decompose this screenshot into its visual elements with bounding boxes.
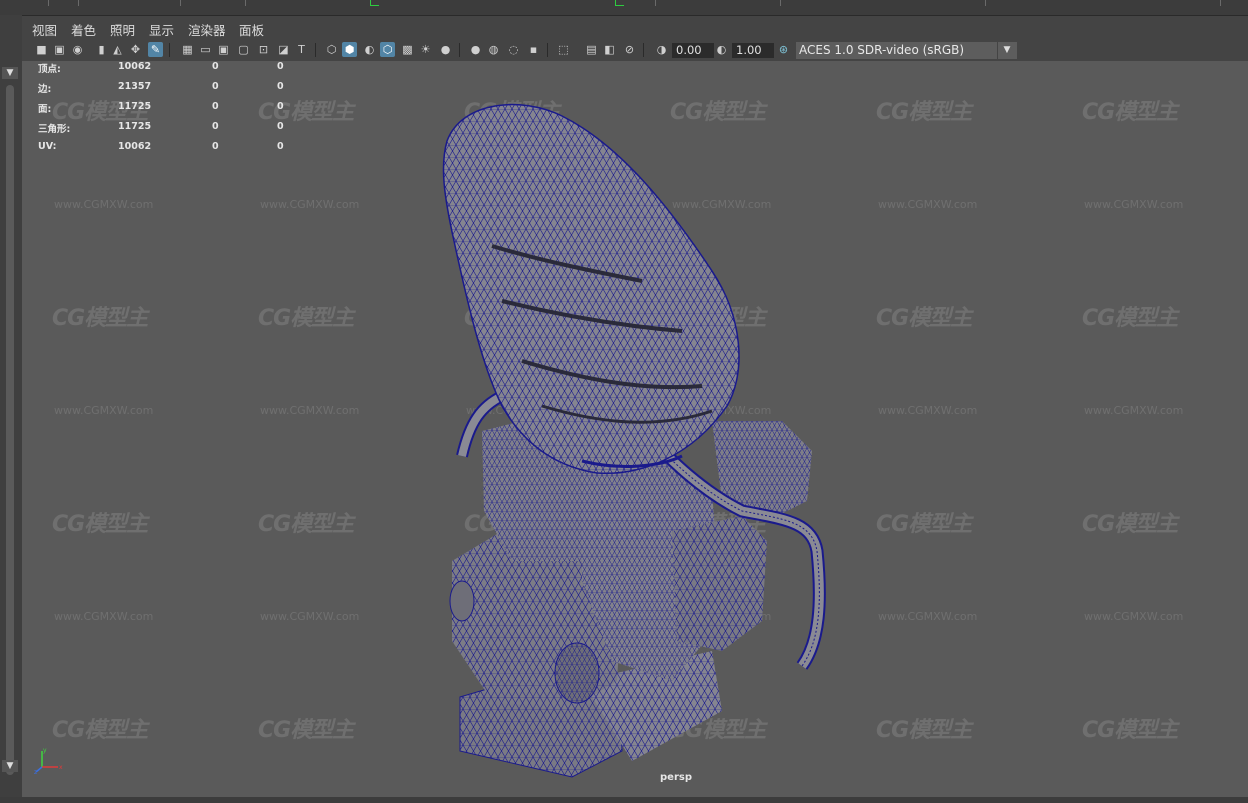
strip-green-marker xyxy=(615,0,624,6)
toolbar-separator xyxy=(643,43,644,57)
scroll-up-arrow-icon[interactable]: ▼ xyxy=(2,67,18,79)
menu-panels[interactable]: 面板 xyxy=(239,20,264,39)
panel-menu-bar: 视图 着色 照明 显示 渲染器 面板 xyxy=(22,16,1248,40)
exposure-icon[interactable]: ◑ xyxy=(654,42,669,57)
hud-label: 边: xyxy=(38,84,52,95)
strip-tick xyxy=(78,0,79,6)
axis-x-label: x xyxy=(59,764,63,771)
toolbar-separator xyxy=(169,43,170,57)
xray-active-components-icon[interactable]: ⊘ xyxy=(622,42,637,57)
menu-view[interactable]: 视图 xyxy=(32,20,57,39)
wireframe-icon[interactable]: ⬡ xyxy=(324,42,339,57)
hud-value: 0 xyxy=(277,101,284,112)
grid-icon[interactable]: ▦ xyxy=(180,42,195,57)
hud-value: 10062 xyxy=(118,61,152,72)
toolbar-separator xyxy=(315,43,316,57)
wireframe-on-shaded-icon[interactable]: ⬡ xyxy=(380,42,395,57)
hud-value: 11725 xyxy=(118,101,152,112)
default-material-icon[interactable]: ◐ xyxy=(362,42,377,57)
hud-value: 10062 xyxy=(118,141,152,152)
strip-tick xyxy=(780,0,781,6)
hud-value: 0 xyxy=(212,101,219,112)
camera-attributes-icon[interactable]: ◉ xyxy=(70,42,85,57)
smooth-shade-icon[interactable]: ⬢ xyxy=(342,42,357,57)
menu-renderer[interactable]: 渲染器 xyxy=(188,20,226,39)
menu-lighting[interactable]: 照明 xyxy=(110,20,135,39)
exposure-field[interactable]: 0.00 xyxy=(672,43,714,58)
hud-value: 0 xyxy=(277,121,284,132)
safe-action-icon[interactable]: ◪ xyxy=(276,42,291,57)
isolate-select-icon[interactable]: ⬚ xyxy=(556,42,571,57)
hud-value: 0 xyxy=(212,141,219,152)
chevron-down-icon[interactable]: ▼ xyxy=(997,42,1016,59)
strip-tick xyxy=(985,0,986,6)
resolution-gate-icon[interactable]: ▣ xyxy=(216,42,231,57)
mesh-top-pod xyxy=(442,103,740,475)
anti-aliasing-icon[interactable]: ◌ xyxy=(506,42,521,57)
gamma-icon[interactable]: ◐ xyxy=(714,42,729,57)
hud-label: 三角形: xyxy=(38,124,71,135)
axis-gizmo-icon: y x z xyxy=(34,747,63,775)
axis-y-label: y xyxy=(43,747,47,754)
vertical-scrollbar[interactable] xyxy=(6,85,14,775)
xray-joints-icon[interactable]: ◧ xyxy=(602,42,617,57)
wireframe-mesh[interactable] xyxy=(22,61,1248,797)
top-timeline-strip xyxy=(0,0,1248,16)
screen-space-ao-icon[interactable]: ● xyxy=(468,42,483,57)
3d-viewport[interactable]: CG模型主 CG模型主 CG模型主 CG模型主 CG模型主 CG模型主 www.… xyxy=(22,61,1248,797)
toolbar-separator xyxy=(459,43,460,57)
bookmark-icon[interactable]: ▮ xyxy=(94,42,109,57)
strip-tick xyxy=(180,0,181,6)
strip-tick xyxy=(655,0,656,6)
gate-mask-icon[interactable]: ▢ xyxy=(236,42,251,57)
hud-value: 0 xyxy=(277,81,284,92)
hud-label: UV: xyxy=(38,141,57,152)
camera-select-icon[interactable]: ■ xyxy=(34,42,49,57)
color-management-icon[interactable]: ⊛ xyxy=(776,42,791,57)
toolbar-separator xyxy=(547,43,548,57)
shadows-icon[interactable]: ● xyxy=(438,42,453,57)
camera-name-label: persp xyxy=(660,772,692,783)
hud-value: 21357 xyxy=(118,81,152,92)
2d-pan-zoom-icon[interactable]: ✥ xyxy=(128,42,143,57)
panel-toolbar: ■ ▣ ◉ ▮ ◭ ✥ ✎ ▦ ▭ ▣ ▢ ⊡ ◪ T ⬡ ⬢ ◐ ⬡ ▩ ☀ … xyxy=(22,40,1248,61)
motion-blur-icon[interactable]: ◍ xyxy=(486,42,501,57)
field-chart-icon[interactable]: ⊡ xyxy=(256,42,271,57)
grease-pencil-icon[interactable]: ✎ xyxy=(148,42,163,57)
hud-value: 11725 xyxy=(118,121,152,132)
strip-tick xyxy=(245,0,246,6)
bottom-border xyxy=(0,797,1248,803)
hud-label: 顶点: xyxy=(38,64,61,75)
left-scroll-panel: ▼ ▼ xyxy=(0,15,23,803)
hud-value: 0 xyxy=(212,81,219,92)
strip-tick xyxy=(1220,0,1221,6)
camera-lock-icon[interactable]: ▣ xyxy=(52,42,67,57)
film-gate-icon[interactable]: ▭ xyxy=(198,42,213,57)
strip-green-marker xyxy=(370,0,379,6)
hud-value: 0 xyxy=(212,121,219,132)
hud-value: 0 xyxy=(212,61,219,72)
menu-show[interactable]: 显示 xyxy=(149,20,174,39)
color-space-dropdown[interactable]: ACES 1.0 SDR-video (sRGB) xyxy=(796,42,1017,59)
depth-of-field-icon[interactable]: ▪ xyxy=(526,42,541,57)
use-all-lights-icon[interactable]: ☀ xyxy=(418,42,433,57)
hud-value: 0 xyxy=(277,61,284,72)
textured-icon[interactable]: ▩ xyxy=(400,42,415,57)
xray-icon[interactable]: ▤ xyxy=(584,42,599,57)
gamma-field[interactable]: 1.00 xyxy=(732,43,774,58)
axis-z-label: z xyxy=(34,769,37,775)
scroll-down-arrow-icon[interactable]: ▼ xyxy=(2,760,18,772)
strip-tick xyxy=(48,0,49,6)
image-plane-icon[interactable]: ◭ xyxy=(110,42,125,57)
hud-value: 0 xyxy=(277,141,284,152)
hud-label: 面: xyxy=(38,104,52,115)
safe-title-icon[interactable]: T xyxy=(294,42,309,57)
menu-shading[interactable]: 着色 xyxy=(71,20,96,39)
